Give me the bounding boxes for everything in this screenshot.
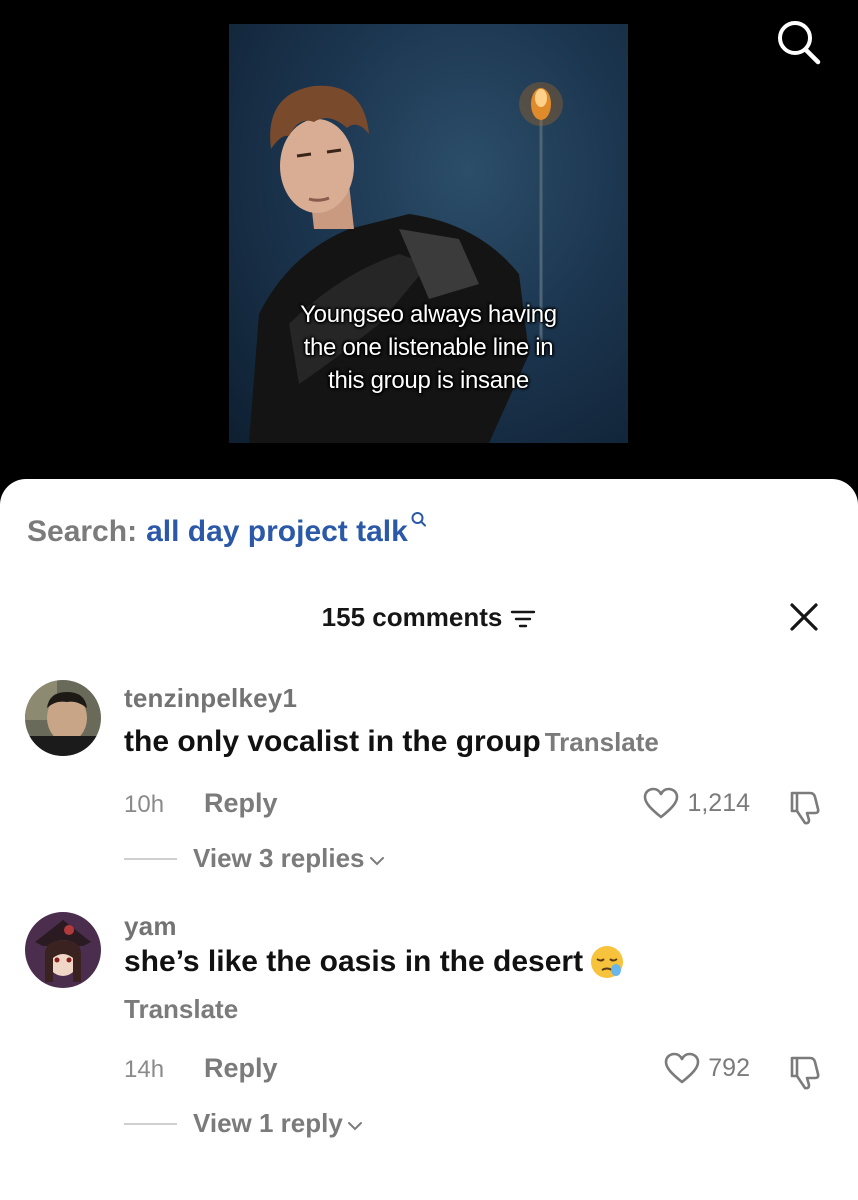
chevron-down-icon: [369, 856, 384, 865]
reply-button[interactable]: Reply: [204, 788, 278, 819]
video-thumbnail[interactable]: Youngseo always having the one listenabl…: [229, 24, 628, 443]
avatar[interactable]: [25, 912, 101, 988]
comments-header: 155 comments: [0, 595, 858, 639]
search-label: Search:: [27, 515, 138, 548]
avatar-image: [25, 912, 101, 988]
dislike-icon[interactable]: [784, 1052, 824, 1092]
video-caption: Youngseo always having the one listenabl…: [229, 298, 628, 397]
sort-icon[interactable]: [510, 608, 536, 630]
heart-icon: [644, 787, 679, 819]
reply-button[interactable]: Reply: [204, 1053, 278, 1084]
top-search-button[interactable]: [770, 15, 826, 71]
divider-line: [124, 1122, 177, 1125]
view-replies-text: View 1 reply: [193, 1108, 343, 1138]
translate-button[interactable]: Translate: [124, 994, 238, 1025]
comment-body: she’s like the oasis in the desert: [124, 944, 625, 980]
avatar[interactable]: [25, 680, 101, 756]
dislike-icon[interactable]: [784, 787, 824, 827]
comment-body: the only vocalist in the group Translate: [124, 725, 659, 759]
search-term-link[interactable]: all day project talk: [146, 515, 408, 549]
comments-sheet: Search: all day project talk 155 comment…: [0, 479, 858, 1200]
caption-line: this group is insane: [328, 367, 529, 394]
like-count: 1,214: [687, 789, 750, 817]
video-area: Youngseo always having the one listenabl…: [0, 0, 858, 500]
view-replies-button[interactable]: View 3 replies: [124, 843, 385, 874]
chevron-down-icon: [347, 1121, 362, 1130]
view-replies-button[interactable]: View 1 reply: [124, 1108, 363, 1139]
like-button[interactable]: 1,214: [643, 787, 750, 820]
comment-text: the only vocalist in the group: [124, 725, 541, 758]
caption-line: Youngseo always having: [300, 301, 557, 328]
sleepy-face-emoji: [591, 946, 624, 978]
close-icon[interactable]: [786, 599, 822, 635]
caption-line: the one listenable line in: [303, 334, 554, 361]
comment-item: yam she’s like the oasis in the desert T…: [0, 911, 858, 1152]
comment-username[interactable]: tenzinpelkey1: [124, 683, 297, 714]
search-suggestion[interactable]: Search: all day project talk: [27, 512, 428, 549]
avatar-image: [25, 680, 101, 756]
comment-text: she’s like the oasis in the desert: [124, 945, 584, 978]
search-icon: [778, 21, 821, 65]
comment-item: tenzinpelkey1 the only vocalist in the g…: [0, 677, 858, 887]
comment-count: 155 comments: [321, 601, 503, 632]
search-small-icon: [411, 512, 426, 527]
translate-button[interactable]: Translate: [545, 727, 659, 757]
view-replies-text: View 3 replies: [193, 843, 365, 873]
comment-username[interactable]: yam: [124, 911, 177, 942]
heart-icon: [664, 1052, 700, 1084]
comment-timestamp: 14h: [124, 1056, 165, 1083]
like-button[interactable]: 792: [664, 1052, 750, 1085]
comment-timestamp: 10h: [124, 791, 165, 818]
like-count: 792: [708, 1054, 750, 1082]
divider-line: [124, 857, 177, 860]
